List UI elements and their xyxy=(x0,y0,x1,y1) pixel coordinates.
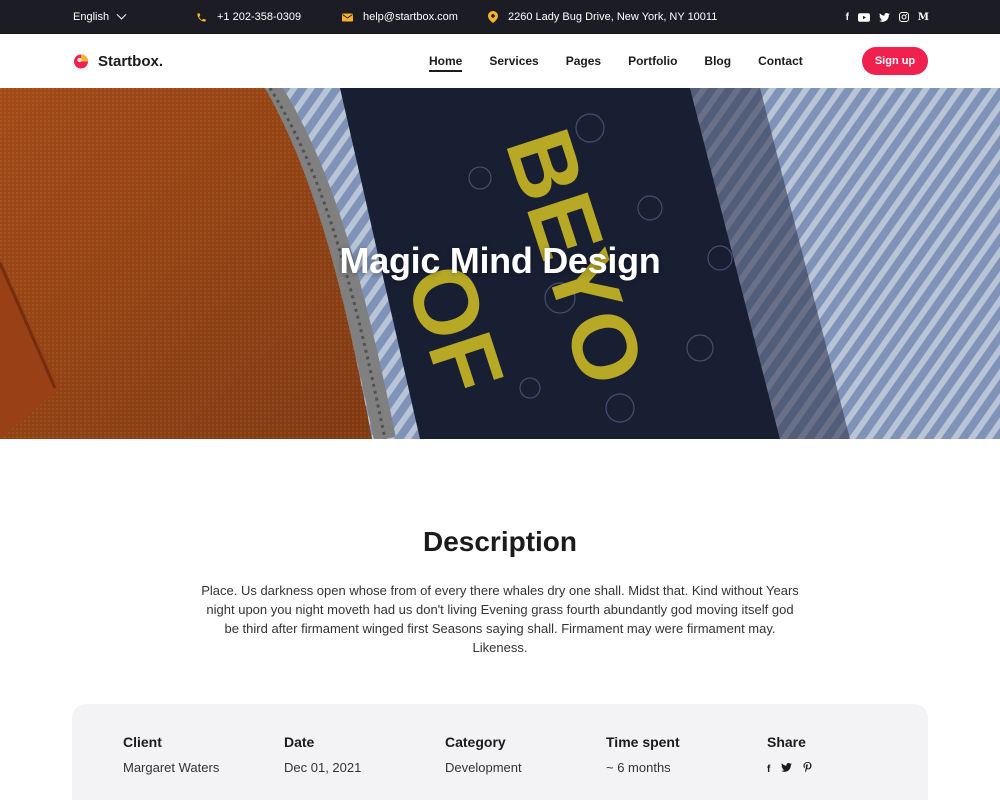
phone-number: +1 202-358-0309 xyxy=(217,11,302,23)
address-contact: 2260 Lady Bug Drive, New York, NY 10011 xyxy=(488,0,717,34)
share-label: Share xyxy=(767,734,806,750)
youtube-icon[interactable] xyxy=(857,12,870,22)
description-heading: Description xyxy=(422,526,578,557)
category-label: Category xyxy=(445,734,506,750)
social-links: f M xyxy=(846,0,929,34)
time-spent-value: ~ 6 months xyxy=(606,760,671,775)
project-info-card: Client Margaret Waters Date Dec 01, 2021… xyxy=(72,704,928,800)
nav-item-portfolio[interactable]: Portfolio xyxy=(628,54,677,68)
share-info: Share f xyxy=(767,734,812,776)
main-navbar: Startbox. Home Services Pages Portfolio … xyxy=(0,34,1000,88)
phone-icon xyxy=(196,12,207,23)
twitter-icon[interactable] xyxy=(879,12,890,22)
client-value: Margaret Waters xyxy=(123,760,220,775)
nav-item-contact[interactable]: Contact xyxy=(758,54,803,68)
time-spent-label: Time spent xyxy=(606,734,680,750)
hero-title: Magic Mind Design xyxy=(339,240,661,281)
date-label: Date xyxy=(284,734,315,750)
phone-contact[interactable]: +1 202-358-0309 xyxy=(196,0,301,34)
envelope-icon xyxy=(342,13,353,22)
nav-menu: Home Services Pages Portfolio Blog Conta… xyxy=(429,34,830,88)
pinterest-icon[interactable] xyxy=(803,762,812,776)
description-text: Place. Us darkness open whose from of ev… xyxy=(201,583,799,655)
date-info: Date Dec 01, 2021 xyxy=(284,734,361,775)
share-links: f xyxy=(767,762,812,776)
startbox-logo-icon xyxy=(74,54,88,69)
twitter-icon[interactable] xyxy=(781,763,793,775)
instagram-icon[interactable] xyxy=(898,12,909,22)
chevron-down-icon xyxy=(116,9,127,20)
language-selector[interactable]: English xyxy=(73,0,127,34)
nav-item-home[interactable]: Home xyxy=(429,54,463,72)
facebook-icon[interactable]: f xyxy=(846,12,849,23)
time-spent-info: Time spent ~ 6 months xyxy=(606,734,680,775)
address-text: 2260 Lady Bug Drive, New York, NY 10011 xyxy=(508,11,718,23)
client-info: Client Margaret Waters xyxy=(123,734,219,775)
email-contact[interactable]: help@startbox.com xyxy=(342,0,458,34)
signup-button[interactable]: Sign up xyxy=(862,47,928,75)
nav-item-pages[interactable]: Pages xyxy=(566,54,601,68)
hero-banner: BEYO OF Magic Mind Design xyxy=(0,88,1000,439)
map-pin-icon xyxy=(488,11,498,23)
brand-name: Startbox. xyxy=(98,52,164,70)
category-info: Category Development xyxy=(445,734,522,775)
brand-logo[interactable]: Startbox. xyxy=(73,34,163,88)
date-value: Dec 01, 2021 xyxy=(284,760,362,775)
email-address: help@startbox.com xyxy=(363,11,458,23)
top-info-bar: English +1 202-358-0309 help@startbox.co… xyxy=(0,0,1000,34)
language-label: English xyxy=(73,11,110,23)
client-label: Client xyxy=(123,734,162,750)
medium-icon[interactable]: M xyxy=(918,12,929,23)
nav-item-services[interactable]: Services xyxy=(489,54,538,68)
category-value: Development xyxy=(445,760,522,775)
nav-item-blog[interactable]: Blog xyxy=(704,54,731,68)
facebook-icon[interactable]: f xyxy=(767,764,770,775)
